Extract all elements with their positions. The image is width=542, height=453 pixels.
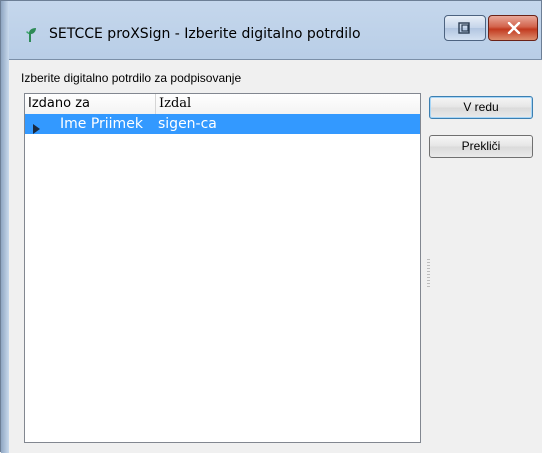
title-bar[interactable]: SETCCE proXSign - Izberite digitalno pot…	[9, 1, 542, 59]
splitter-grip[interactable]	[427, 259, 430, 289]
triangle-right-icon[interactable]	[33, 119, 41, 138]
ok-button[interactable]: V redu	[429, 96, 533, 119]
cell-issued-to: Ime Priimek	[60, 116, 143, 132]
window-title: SETCCE proXSign - Izberite digitalno pot…	[49, 26, 361, 42]
close-button[interactable]	[488, 15, 538, 41]
dialog-window: SETCCE proXSign - Izberite digitalno pot…	[0, 0, 542, 453]
cell-issuer: sigen-ca	[158, 116, 217, 132]
column-header-issued-to[interactable]: Izdano za	[25, 94, 156, 114]
window-left-edge	[1, 1, 9, 453]
restore-icon	[458, 22, 470, 34]
list-header: Izdano za Izdal	[25, 94, 420, 115]
close-icon	[507, 22, 521, 34]
cancel-button[interactable]: Prekliči	[429, 135, 533, 158]
leaf-icon	[25, 27, 41, 43]
prompt-label: Izberite digitalno potrdilo za podpisova…	[21, 71, 242, 85]
restore-button[interactable]	[444, 15, 486, 41]
column-header-issuer[interactable]: Izdal	[156, 94, 420, 114]
certificate-list[interactable]: Izdano za Izdal Ime Priimek sigen-ca	[24, 93, 421, 443]
list-item[interactable]: Ime Priimek sigen-ca	[25, 114, 420, 134]
